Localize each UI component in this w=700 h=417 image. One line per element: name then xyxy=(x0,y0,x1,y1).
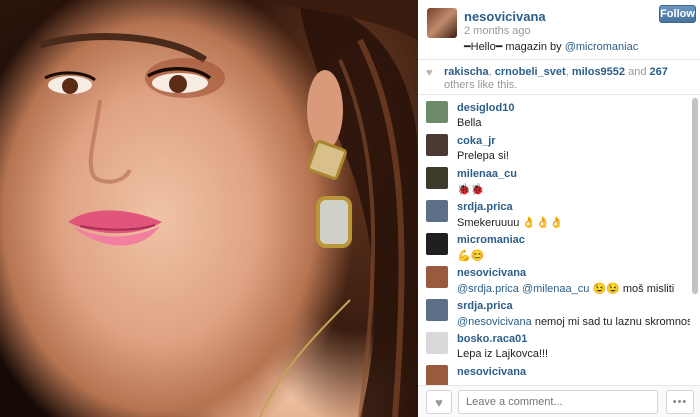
comment-avatar[interactable] xyxy=(426,332,448,354)
comment-username[interactable]: nesovicivana xyxy=(457,360,690,378)
comment-item: desiglod10 Bella xyxy=(418,96,690,129)
like-button[interactable]: ♥ xyxy=(426,390,452,414)
comment-username[interactable]: desiglod10 xyxy=(457,96,690,114)
liker-name[interactable]: crnobeli_svet xyxy=(495,66,566,78)
comment-item: milenaa_cu 🐞🐞 xyxy=(418,162,690,196)
comment-avatar[interactable] xyxy=(426,134,448,156)
likes-count[interactable]: 267 xyxy=(650,66,668,78)
comment-body: Bella xyxy=(457,117,482,129)
comment-item: nesovicivana @srdja.prica @milenaa_cu 😉😉 … xyxy=(418,261,690,295)
comment-avatar[interactable] xyxy=(426,200,448,222)
post-caption: ━Hello━ magazin by @micromaniac xyxy=(464,40,638,53)
post-username[interactable]: nesovicivana xyxy=(464,9,546,24)
comments-list: desiglod10 Bella coka_jr Prelepa si! milenaa… xyxy=(418,96,690,385)
heart-icon: ♥ xyxy=(435,394,443,410)
comment-avatar[interactable] xyxy=(426,233,448,255)
comment-text: Prelepa si! xyxy=(457,150,690,162)
comment-footer: ♥ ••• xyxy=(418,385,700,417)
scrollbar-thumb[interactable] xyxy=(692,98,698,294)
comment-username[interactable]: srdja.prica xyxy=(457,294,690,312)
comment-avatar[interactable] xyxy=(426,167,448,189)
comment-item: micromaniac 💪😊 xyxy=(418,228,690,262)
post-sidebar: nesovicivana 2 months ago ━Hello━ magazi… xyxy=(418,0,700,417)
portrait-illustration xyxy=(38,0,418,417)
post-photo[interactable] xyxy=(0,0,418,417)
comment-username[interactable]: nesovicivana xyxy=(457,261,690,279)
comment-text: Lepa iz Lajkovca!!! xyxy=(457,348,690,360)
comment-avatar[interactable] xyxy=(426,365,448,385)
comment-body: Lepa iz Lajkovca!!! xyxy=(457,348,549,360)
follow-button[interactable]: Follow xyxy=(659,5,696,23)
comments-scrollbar[interactable] xyxy=(691,96,699,385)
comment-text: Bella xyxy=(457,117,690,129)
comment-item: nesovicivana xyxy=(418,360,690,385)
comment-username[interactable]: coka_jr xyxy=(457,129,690,147)
comment-username[interactable]: micromaniac xyxy=(457,228,690,246)
caption-mention[interactable]: @micromaniac xyxy=(565,41,639,53)
comment-username[interactable]: srdja.prica xyxy=(457,195,690,213)
comment-item: srdja.prica Smekeruuuu 👌👌👌 xyxy=(418,195,690,229)
comment-input[interactable] xyxy=(458,390,658,414)
liker-name[interactable]: milos9552 xyxy=(572,66,625,78)
comment-username[interactable]: bosko.raca01 xyxy=(457,327,690,345)
more-options-button[interactable]: ••• xyxy=(666,390,694,414)
comment-item: coka_jr Prelepa si! xyxy=(418,129,690,162)
comment-avatar[interactable] xyxy=(426,266,448,288)
caption-text: ━Hello━ magazin by xyxy=(464,41,565,53)
heart-icon: ♥ xyxy=(426,67,433,79)
comment-item: bosko.raca01 Lepa iz Lajkovca!!! xyxy=(418,327,690,360)
comment-avatar[interactable] xyxy=(426,101,448,123)
comment-item: srdja.prica @nesovicivana nemoj mi sad tu… xyxy=(418,294,690,328)
liker-name[interactable]: rakischa xyxy=(444,66,489,78)
comment-body: Prelepa si! xyxy=(457,150,509,162)
avatar[interactable] xyxy=(427,8,457,38)
post-timestamp[interactable]: 2 months ago xyxy=(464,25,531,37)
comment-avatar[interactable] xyxy=(426,299,448,321)
post-header: nesovicivana 2 months ago ━Hello━ magazi… xyxy=(418,0,700,60)
comment-username[interactable]: milenaa_cu xyxy=(457,162,690,180)
likes-suffix: others like this. xyxy=(444,79,518,91)
likes-summary: ♥ rakischa, crnobeli_svet, milos9552 and… xyxy=(418,61,700,95)
